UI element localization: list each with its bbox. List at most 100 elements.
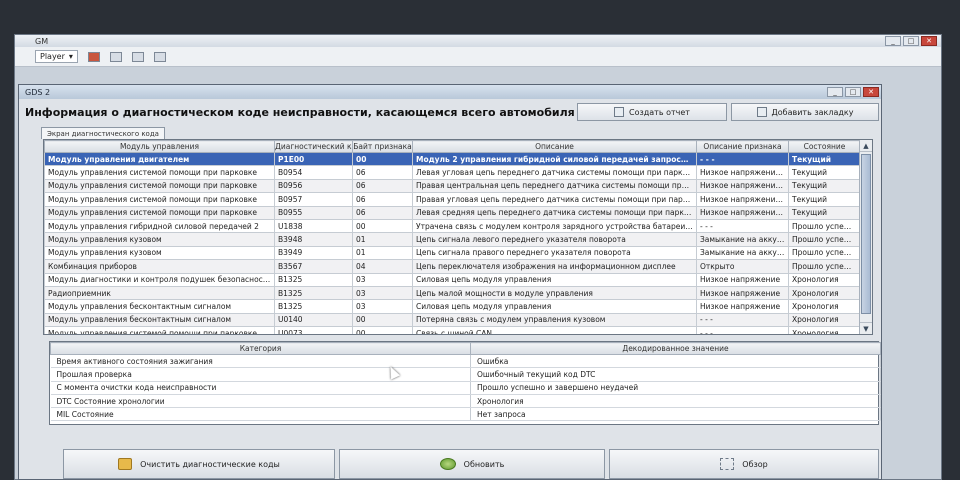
gds-window-controls: _ □ ✕ xyxy=(827,87,881,97)
table-cell: Модуль управления системой помощи при па… xyxy=(44,165,275,180)
table-cell: Правая центральная цепь переднего датчик… xyxy=(412,178,697,194)
refresh-button[interactable]: Обновить xyxy=(339,449,605,479)
overview-icon xyxy=(720,458,735,470)
window-icon[interactable] xyxy=(153,51,166,62)
scroll-down-icon[interactable]: ▼ xyxy=(860,322,872,334)
table-row[interactable]: Радиоприемник B1325 03 Цепь малой мощности … xyxy=(44,285,861,301)
table-cell: Хронология xyxy=(788,272,861,287)
table-cell: 03 xyxy=(352,299,413,314)
table-cell: 04 xyxy=(352,259,413,274)
column-header[interactable]: Диагностический к... xyxy=(274,140,353,153)
detail-table: Категория Декодированное значение Время … xyxy=(50,342,881,422)
table-cell: Открыто xyxy=(696,259,789,274)
table-row[interactable]: Модуль управления системой помощи при па… xyxy=(44,165,861,180)
detail-row: DTC Состояние хронологии Хронология xyxy=(50,394,881,409)
column-header[interactable]: Состояние xyxy=(788,140,861,153)
table-cell: B0955 xyxy=(274,205,353,220)
table-cell: Радиоприемник xyxy=(44,285,275,301)
table-cell: Низкое напряжение/отк... xyxy=(696,205,789,220)
table-cell: Модуль управления бесконтактным сигналом xyxy=(44,299,275,314)
table-cell: P1E00 xyxy=(274,151,353,167)
table-cell: 06 xyxy=(352,192,413,207)
table-row[interactable]: Модуль управления системой помощи при па… xyxy=(44,205,861,220)
table-cell: Хронология xyxy=(788,299,861,314)
overview-button[interactable]: Обзор xyxy=(609,449,879,479)
cut-icon[interactable] xyxy=(109,51,122,62)
detail-row: Прошлая проверка Ошибочный текущий код DT… xyxy=(50,367,881,382)
column-header: Категория xyxy=(50,342,471,355)
table-row[interactable]: Модуль диагностики и контроля подушек бе… xyxy=(44,272,861,287)
table-row[interactable]: Модуль управления кузовом B3948 01 Цепь сиг… xyxy=(44,232,861,247)
table-cell: Замыкание на аккумуля... xyxy=(696,245,789,261)
table-cell: Модуль диагностики и контроля подушек бе… xyxy=(44,272,275,287)
table-cell: Модуль управления двигателем xyxy=(44,151,275,167)
close-icon[interactable]: ✕ xyxy=(863,87,879,97)
restore-icon[interactable]: □ xyxy=(845,87,861,97)
table-cell: Силовая цепь модуля управления xyxy=(412,299,697,314)
record-icon[interactable] xyxy=(87,51,100,62)
table-cell: 00 xyxy=(352,312,413,328)
table-cell: Низкое напряжение xyxy=(696,299,789,314)
table-cell: 03 xyxy=(352,285,413,301)
column-header: Декодированное значение xyxy=(470,342,881,355)
dtc-scrollbar[interactable]: ▲ ▼ xyxy=(859,140,872,334)
minimize-icon[interactable]: _ xyxy=(827,87,843,97)
table-cell: Силовая цепь модуля управления xyxy=(412,272,697,287)
table-cell: B1325 xyxy=(274,272,353,287)
table-row[interactable]: Модуль управления кузовом B3949 01 Цепь сиг… xyxy=(44,245,861,261)
player-dropdown[interactable]: Player ▾ xyxy=(35,50,78,63)
dtc-header-row: Модуль управления Диагностический к... Б… xyxy=(44,140,861,153)
bookmark-icon xyxy=(756,107,767,117)
clear-dtc-button[interactable]: Очистить диагностические коды xyxy=(63,449,335,479)
maximize-icon[interactable]: □ xyxy=(903,36,919,46)
table-cell: Низкое напряжение/отк... xyxy=(696,165,789,180)
column-header[interactable]: Описание xyxy=(412,140,697,153)
table-cell: - - - xyxy=(696,312,789,328)
table-row[interactable]: Модуль управления системой помощи при па… xyxy=(44,192,861,207)
capture-icon[interactable] xyxy=(131,51,144,62)
tab-dtc-screen[interactable]: Экран диагностического кода xyxy=(41,127,165,139)
table-row[interactable]: Модуль управления бесконтактным сигналом… xyxy=(44,312,861,328)
table-cell: 01 xyxy=(352,232,413,247)
table-cell: Модуль управления системой помощи при па… xyxy=(44,192,275,207)
scroll-up-icon[interactable]: ▲ xyxy=(860,140,872,152)
table-row[interactable]: Модуль управления двигателем P1E00 00 Модул… xyxy=(44,151,861,167)
detail-row: С момента очистки кода неисправности Прош… xyxy=(50,381,881,395)
scroll-thumb[interactable] xyxy=(861,154,871,314)
detail-category: С момента очистки кода неисправности xyxy=(50,381,471,395)
table-row[interactable]: Комбинация приборов B3567 04 Цепь переключа… xyxy=(44,259,861,274)
outer-window-title: GM xyxy=(35,36,49,46)
table-cell: U1838 xyxy=(274,218,353,234)
table-cell: Текущий xyxy=(788,178,861,194)
column-header[interactable]: Модуль управления xyxy=(44,140,275,153)
table-cell: Текущий xyxy=(788,205,861,220)
table-cell: B0956 xyxy=(274,178,353,194)
column-header[interactable]: Описание признака xyxy=(696,140,789,153)
clear-codes-icon xyxy=(118,458,133,470)
table-cell: Цепь малой мощности в модуле управления xyxy=(412,285,697,301)
table-cell: B0954 xyxy=(274,165,353,180)
table-row[interactable]: Модуль управления бесконтактным сигналом… xyxy=(44,299,861,314)
create-report-button[interactable]: Создать отчет xyxy=(577,103,727,121)
player-toolbar: Player ▾ xyxy=(15,47,941,67)
table-row[interactable]: Модуль управления гибридной силовой пере… xyxy=(44,218,861,234)
detail-category: Время активного состояния зажигания xyxy=(50,354,471,369)
gds-window: GDS 2 _ □ ✕ Информация о диагностическом… xyxy=(18,84,882,480)
table-row[interactable]: Модуль управления системой помощи при па… xyxy=(44,326,861,334)
table-cell: 00 xyxy=(352,218,413,234)
detail-category: DTC Состояние хронологии xyxy=(50,394,471,409)
column-header[interactable]: Байт признака xyxy=(352,140,413,153)
report-icon xyxy=(614,107,625,117)
dtc-table: Модуль управления Диагностический к... Б… xyxy=(44,140,861,334)
minimize-icon[interactable]: _ xyxy=(885,36,901,46)
table-cell: Цепь сигнала правого переднего указателя… xyxy=(412,245,697,261)
player-label: Player xyxy=(40,52,65,61)
table-cell: Модуль управления кузовом xyxy=(44,245,275,261)
table-cell: Модуль управления системой помощи при па… xyxy=(44,205,275,220)
table-cell: Цепь переключателя изображения на информ… xyxy=(412,259,697,274)
detail-value: Ошибочный текущий код DTC xyxy=(470,367,881,382)
add-bookmark-button[interactable]: Добавить закладку xyxy=(731,103,879,121)
detail-value: Нет запроса xyxy=(470,407,881,422)
close-icon[interactable]: ✕ xyxy=(921,36,937,46)
table-row[interactable]: Модуль управления системой помощи при па… xyxy=(44,178,861,194)
